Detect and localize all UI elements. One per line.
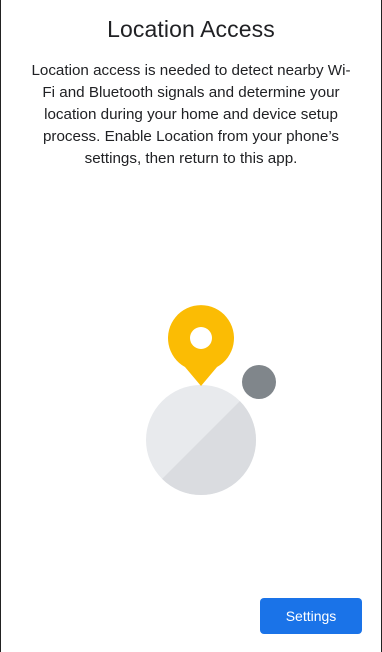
page-title: Location Access xyxy=(107,16,275,42)
location-access-description: Location access is needed to detect near… xyxy=(31,62,351,167)
device-dot-icon xyxy=(242,365,276,399)
settings-button[interactable]: Settings xyxy=(260,598,362,634)
location-pin-icon xyxy=(168,305,234,386)
location-access-screen: Location Access Location access is neede… xyxy=(0,0,382,652)
location-illustration xyxy=(146,305,276,495)
